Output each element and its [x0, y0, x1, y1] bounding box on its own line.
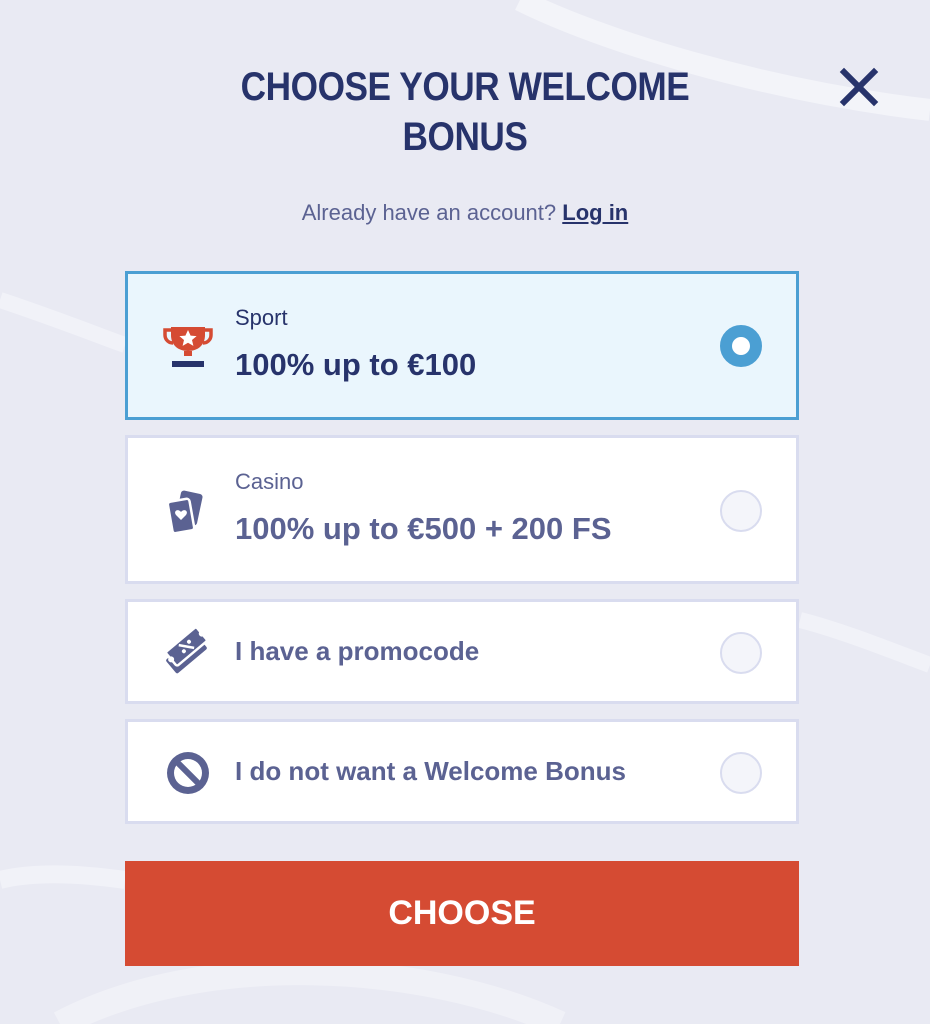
- close-icon: [839, 67, 879, 107]
- no-entry-icon: [167, 752, 209, 794]
- login-prompt-text: Already have an account?: [301, 200, 557, 225]
- title-line-1: CHOOSE YOUR WELCOME: [240, 65, 690, 109]
- bonus-option-sport[interactable]: Sport 100% up to €100: [125, 271, 799, 420]
- radio-sport[interactable]: [720, 325, 762, 367]
- radio-promocode[interactable]: [720, 632, 762, 674]
- login-link[interactable]: Log in: [562, 200, 628, 225]
- bonus-option-casino[interactable]: Casino 100% up to €500 + 200 FS: [125, 435, 799, 584]
- option-offer-casino: 100% up to €500 + 200 FS: [235, 511, 612, 546]
- close-button[interactable]: [838, 66, 880, 108]
- page-title: CHOOSE YOUR WELCOME BONUS: [201, 62, 729, 162]
- option-offer-sport: 100% up to €100: [235, 347, 477, 382]
- login-prompt: Already have an account? Log in: [165, 200, 765, 226]
- option-category-sport: Sport: [235, 305, 288, 330]
- playing-cards-icon: [166, 490, 203, 535]
- title-line-2: BONUS: [402, 115, 528, 159]
- choose-button[interactable]: CHOOSE: [125, 861, 799, 966]
- bonus-option-no-bonus[interactable]: I do not want a Welcome Bonus: [125, 719, 799, 824]
- trophy-icon: [163, 327, 213, 367]
- option-label-no-bonus: I do not want a Welcome Bonus: [235, 756, 626, 786]
- radio-casino[interactable]: [720, 490, 762, 532]
- ticket-icon: [164, 627, 208, 674]
- bonus-option-promocode[interactable]: I have a promocode: [125, 599, 799, 704]
- option-category-casino: Casino: [235, 469, 304, 494]
- option-label-promocode: I have a promocode: [235, 636, 480, 666]
- radio-no-bonus[interactable]: [720, 752, 762, 794]
